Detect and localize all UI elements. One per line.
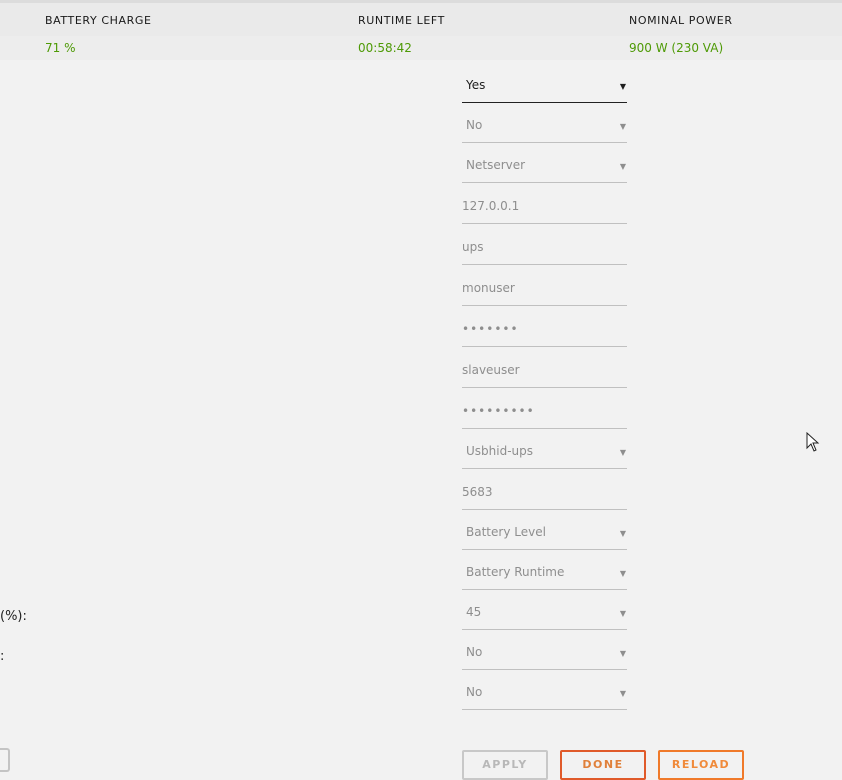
monitor-user-input[interactable]: monuser — [462, 266, 627, 306]
apply-button[interactable]: APPLY — [462, 750, 548, 780]
setting-2-select[interactable]: No ▼ — [462, 103, 627, 143]
ups-name-input[interactable]: ups — [462, 225, 627, 265]
battery-charge-value: 71 % — [45, 41, 76, 55]
shutdown-condition-select[interactable]: Battery Level ▼ — [462, 510, 627, 550]
mode-select[interactable]: Netserver ▼ — [462, 143, 627, 183]
chevron-down-icon: ▼ — [619, 529, 626, 538]
chevron-down-icon: ▼ — [619, 448, 626, 457]
runtime-left-value: 00:58:42 — [358, 41, 412, 55]
setting-15-select[interactable]: No ▼ — [462, 630, 627, 670]
chevron-down-icon: ▼ — [619, 82, 626, 91]
battery-level-percent-select[interactable]: 45 ▼ — [462, 590, 627, 630]
port-input[interactable]: 5683 — [462, 470, 627, 510]
chevron-down-icon: ▼ — [619, 689, 626, 698]
battery-charge-header: BATTERY CHARGE — [45, 14, 152, 27]
listen-address-input[interactable]: 127.0.0.1 — [462, 184, 627, 224]
chevron-down-icon: ▼ — [619, 649, 626, 658]
runtime-condition-select[interactable]: Battery Runtime ▼ — [462, 550, 627, 590]
runtime-left-header: RUNTIME LEFT — [358, 14, 445, 27]
chevron-down-icon: ▼ — [619, 162, 626, 171]
chevron-down-icon: ▼ — [619, 609, 626, 618]
setting-16-select[interactable]: No ▼ — [462, 670, 627, 710]
reload-button[interactable]: RELOAD — [658, 750, 744, 780]
enable-select[interactable]: Yes ▼ — [462, 63, 627, 103]
battery-level-label-fragment: (%): — [0, 609, 27, 624]
nominal-power-value: 900 W (230 VA) — [629, 41, 724, 55]
mouse-cursor-icon — [806, 432, 820, 452]
chevron-down-icon: ▼ — [619, 569, 626, 578]
status-values-row: 71 % 00:58:42 900 W (230 VA) — [0, 36, 842, 60]
driver-select[interactable]: Usbhid-ups ▼ — [462, 429, 627, 469]
monitor-password-input[interactable]: ••••••• — [462, 307, 627, 347]
offscreen-button-fragment[interactable] — [0, 748, 10, 772]
slave-user-input[interactable]: slaveuser — [462, 348, 627, 388]
slave-password-input[interactable]: ••••••••• — [462, 389, 627, 429]
done-button[interactable]: DONE — [560, 750, 646, 780]
nominal-power-header: NOMINAL POWER — [629, 14, 733, 27]
setting-15-label-fragment: : — [0, 649, 5, 664]
chevron-down-icon: ▼ — [619, 122, 626, 131]
status-header-row: BATTERY CHARGE RUNTIME LEFT NOMINAL POWE… — [0, 0, 842, 36]
